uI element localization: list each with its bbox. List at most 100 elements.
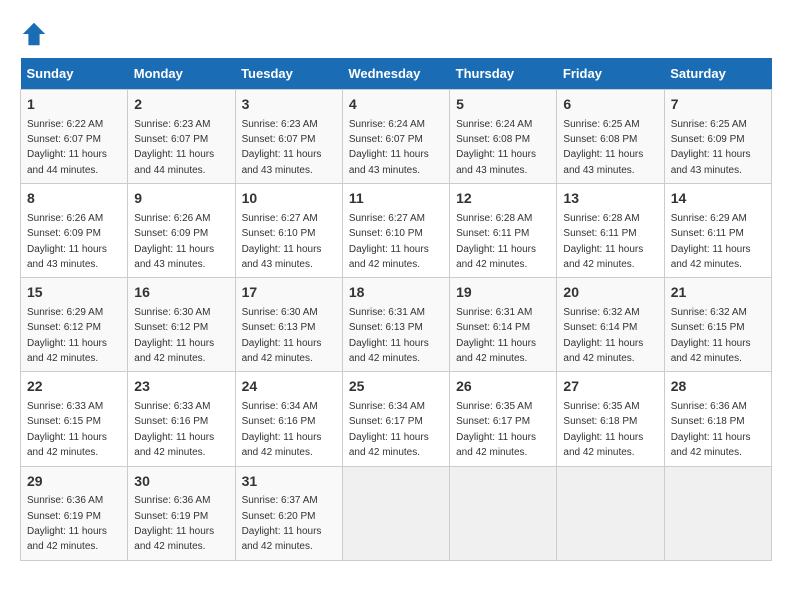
- day-number: 15: [27, 283, 121, 303]
- day-number: 7: [671, 95, 765, 115]
- calendar-week-4: 22 Sunrise: 6:33 AM Sunset: 6:15 PM Dayl…: [21, 372, 772, 466]
- calendar-cell: 8 Sunrise: 6:26 AM Sunset: 6:09 PM Dayli…: [21, 184, 128, 278]
- daylight-info: Daylight: 11 hours and 42 minutes.: [27, 432, 107, 458]
- sunset-info: Sunset: 6:16 PM: [134, 416, 208, 427]
- column-header-saturday: Saturday: [664, 58, 771, 90]
- sunrise-info: Sunrise: 6:23 AM: [242, 119, 318, 130]
- day-number: 14: [671, 189, 765, 209]
- sunrise-info: Sunrise: 6:33 AM: [134, 401, 210, 412]
- daylight-info: Daylight: 11 hours and 43 minutes.: [134, 244, 214, 270]
- sunrise-info: Sunrise: 6:25 AM: [563, 119, 639, 130]
- day-number: 28: [671, 377, 765, 397]
- column-header-tuesday: Tuesday: [235, 58, 342, 90]
- sunset-info: Sunset: 6:10 PM: [242, 228, 316, 239]
- sunrise-info: Sunrise: 6:31 AM: [349, 307, 425, 318]
- calendar-cell: 6 Sunrise: 6:25 AM Sunset: 6:08 PM Dayli…: [557, 90, 664, 184]
- daylight-info: Daylight: 11 hours and 43 minutes.: [242, 244, 322, 270]
- day-number: 27: [563, 377, 657, 397]
- daylight-info: Daylight: 11 hours and 42 minutes.: [456, 432, 536, 458]
- calendar-cell: 11 Sunrise: 6:27 AM Sunset: 6:10 PM Dayl…: [342, 184, 449, 278]
- calendar-header: SundayMondayTuesdayWednesdayThursdayFrid…: [21, 58, 772, 90]
- sunset-info: Sunset: 6:14 PM: [563, 322, 637, 333]
- day-number: 21: [671, 283, 765, 303]
- sunrise-info: Sunrise: 6:24 AM: [349, 119, 425, 130]
- daylight-info: Daylight: 11 hours and 42 minutes.: [671, 432, 751, 458]
- sunset-info: Sunset: 6:18 PM: [671, 416, 745, 427]
- daylight-info: Daylight: 11 hours and 44 minutes.: [134, 149, 214, 175]
- sunset-info: Sunset: 6:07 PM: [242, 134, 316, 145]
- calendar-cell: 30 Sunrise: 6:36 AM Sunset: 6:19 PM Dayl…: [128, 466, 235, 560]
- calendar-cell: 3 Sunrise: 6:23 AM Sunset: 6:07 PM Dayli…: [235, 90, 342, 184]
- sunrise-info: Sunrise: 6:27 AM: [349, 213, 425, 224]
- sunset-info: Sunset: 6:13 PM: [349, 322, 423, 333]
- daylight-info: Daylight: 11 hours and 43 minutes.: [671, 149, 751, 175]
- calendar-cell: 2 Sunrise: 6:23 AM Sunset: 6:07 PM Dayli…: [128, 90, 235, 184]
- sunset-info: Sunset: 6:20 PM: [242, 511, 316, 522]
- sunrise-info: Sunrise: 6:28 AM: [563, 213, 639, 224]
- sunrise-info: Sunrise: 6:29 AM: [27, 307, 103, 318]
- calendar-cell: [342, 466, 449, 560]
- calendar-cell: 19 Sunrise: 6:31 AM Sunset: 6:14 PM Dayl…: [450, 278, 557, 372]
- day-number: 18: [349, 283, 443, 303]
- day-number: 13: [563, 189, 657, 209]
- sunset-info: Sunset: 6:14 PM: [456, 322, 530, 333]
- day-number: 26: [456, 377, 550, 397]
- day-number: 30: [134, 472, 228, 492]
- calendar-cell: [450, 466, 557, 560]
- sunrise-info: Sunrise: 6:27 AM: [242, 213, 318, 224]
- calendar-cell: 27 Sunrise: 6:35 AM Sunset: 6:18 PM Dayl…: [557, 372, 664, 466]
- calendar-cell: [557, 466, 664, 560]
- daylight-info: Daylight: 11 hours and 42 minutes.: [671, 244, 751, 270]
- daylight-info: Daylight: 11 hours and 42 minutes.: [563, 244, 643, 270]
- calendar-cell: 25 Sunrise: 6:34 AM Sunset: 6:17 PM Dayl…: [342, 372, 449, 466]
- calendar-cell: 16 Sunrise: 6:30 AM Sunset: 6:12 PM Dayl…: [128, 278, 235, 372]
- day-number: 19: [456, 283, 550, 303]
- calendar-cell: 31 Sunrise: 6:37 AM Sunset: 6:20 PM Dayl…: [235, 466, 342, 560]
- day-number: 12: [456, 189, 550, 209]
- calendar-cell: 10 Sunrise: 6:27 AM Sunset: 6:10 PM Dayl…: [235, 184, 342, 278]
- day-number: 10: [242, 189, 336, 209]
- daylight-info: Daylight: 11 hours and 42 minutes.: [563, 432, 643, 458]
- calendar-week-2: 8 Sunrise: 6:26 AM Sunset: 6:09 PM Dayli…: [21, 184, 772, 278]
- day-number: 1: [27, 95, 121, 115]
- sunset-info: Sunset: 6:17 PM: [456, 416, 530, 427]
- calendar-cell: 4 Sunrise: 6:24 AM Sunset: 6:07 PM Dayli…: [342, 90, 449, 184]
- daylight-info: Daylight: 11 hours and 42 minutes.: [349, 244, 429, 270]
- sunrise-info: Sunrise: 6:36 AM: [27, 495, 103, 506]
- sunrise-info: Sunrise: 6:33 AM: [27, 401, 103, 412]
- sunrise-info: Sunrise: 6:36 AM: [134, 495, 210, 506]
- column-header-sunday: Sunday: [21, 58, 128, 90]
- day-number: 5: [456, 95, 550, 115]
- calendar-cell: 23 Sunrise: 6:33 AM Sunset: 6:16 PM Dayl…: [128, 372, 235, 466]
- calendar-cell: 20 Sunrise: 6:32 AM Sunset: 6:14 PM Dayl…: [557, 278, 664, 372]
- calendar-week-1: 1 Sunrise: 6:22 AM Sunset: 6:07 PM Dayli…: [21, 90, 772, 184]
- calendar-cell: 28 Sunrise: 6:36 AM Sunset: 6:18 PM Dayl…: [664, 372, 771, 466]
- sunset-info: Sunset: 6:11 PM: [563, 228, 636, 239]
- day-number: 9: [134, 189, 228, 209]
- calendar-cell: 7 Sunrise: 6:25 AM Sunset: 6:09 PM Dayli…: [664, 90, 771, 184]
- daylight-info: Daylight: 11 hours and 44 minutes.: [27, 149, 107, 175]
- day-number: 3: [242, 95, 336, 115]
- column-header-wednesday: Wednesday: [342, 58, 449, 90]
- daylight-info: Daylight: 11 hours and 42 minutes.: [242, 432, 322, 458]
- calendar-cell: 9 Sunrise: 6:26 AM Sunset: 6:09 PM Dayli…: [128, 184, 235, 278]
- sunrise-info: Sunrise: 6:32 AM: [563, 307, 639, 318]
- daylight-info: Daylight: 11 hours and 43 minutes.: [563, 149, 643, 175]
- daylight-info: Daylight: 11 hours and 42 minutes.: [563, 338, 643, 364]
- sunset-info: Sunset: 6:11 PM: [456, 228, 529, 239]
- day-number: 2: [134, 95, 228, 115]
- daylight-info: Daylight: 11 hours and 42 minutes.: [242, 526, 322, 552]
- sunset-info: Sunset: 6:19 PM: [134, 511, 208, 522]
- sunset-info: Sunset: 6:10 PM: [349, 228, 423, 239]
- daylight-info: Daylight: 11 hours and 42 minutes.: [27, 526, 107, 552]
- calendar-cell: 26 Sunrise: 6:35 AM Sunset: 6:17 PM Dayl…: [450, 372, 557, 466]
- daylight-info: Daylight: 11 hours and 42 minutes.: [349, 432, 429, 458]
- column-header-friday: Friday: [557, 58, 664, 90]
- sunrise-info: Sunrise: 6:28 AM: [456, 213, 532, 224]
- calendar-body: 1 Sunrise: 6:22 AM Sunset: 6:07 PM Dayli…: [21, 90, 772, 561]
- sunrise-info: Sunrise: 6:26 AM: [27, 213, 103, 224]
- calendar-cell: 17 Sunrise: 6:30 AM Sunset: 6:13 PM Dayl…: [235, 278, 342, 372]
- day-number: 25: [349, 377, 443, 397]
- column-header-thursday: Thursday: [450, 58, 557, 90]
- daylight-info: Daylight: 11 hours and 42 minutes.: [456, 244, 536, 270]
